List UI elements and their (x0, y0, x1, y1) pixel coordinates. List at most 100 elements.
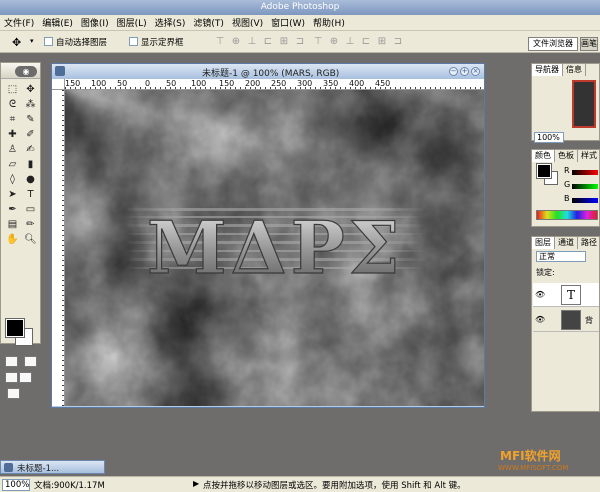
layer-row-background[interactable]: 👁︎ 背 (533, 308, 599, 332)
ruler-origin[interactable] (52, 79, 65, 90)
align-bottom-icon[interactable]: ⊥ (247, 36, 257, 47)
show-bounding-box-label: 显示定界框 (141, 38, 184, 48)
menu-image[interactable]: 图像(I) (81, 16, 109, 29)
blue-slider[interactable] (572, 198, 598, 203)
green-slider[interactable] (572, 184, 598, 189)
play-icon[interactable]: ▶ (193, 479, 199, 488)
history-brush-icon[interactable]: ✍ (22, 143, 39, 157)
blur-tool-icon[interactable]: ◊ (4, 173, 21, 187)
eyedropper-tool-icon[interactable]: ✏ (22, 218, 39, 232)
marquee-tool-icon[interactable]: ⬚ (4, 83, 21, 97)
move-tool-icon[interactable]: ✥ (22, 83, 39, 97)
lasso-tool-icon[interactable]: ᘓ (4, 98, 21, 112)
blend-mode-select[interactable]: 正常 (536, 251, 586, 262)
move-tool-preset-icon[interactable]: ✥ (12, 36, 21, 49)
layers-panel: 图层 通道 路径 正常 锁定: 👁︎ T 👁︎ 背 (531, 236, 600, 412)
path-select-icon[interactable]: ➤ (4, 188, 21, 202)
zoom-tool-icon[interactable]: 🔍︎ (22, 233, 39, 247)
document-size-info[interactable]: 文档:900K/1.17M (34, 479, 105, 491)
align-buttons: ⊤ ⊕ ⊥ ⊏ ⊞ ⊐ (215, 36, 305, 47)
menu-view[interactable]: 视图(V) (232, 16, 263, 29)
menu-select[interactable]: 选择(S) (155, 16, 186, 29)
maximize-icon[interactable]: + (460, 67, 469, 76)
tab-paths[interactable]: 路径 (578, 237, 600, 249)
align-left-icon[interactable]: ⊏ (263, 36, 273, 47)
brush-tool-icon[interactable]: ✐ (22, 128, 39, 142)
distribute-left-icon[interactable]: ⊏ (361, 36, 371, 47)
menu-file[interactable]: 文件(F) (4, 16, 34, 29)
horizontal-ruler[interactable]: 150 100 50 0 50 100 150 200 250 300 350 … (65, 79, 484, 90)
minimize-icon[interactable]: − (449, 67, 458, 76)
minimized-document-window[interactable]: 未标题-1... (0, 460, 105, 474)
screen-mode-menu-icon[interactable] (19, 372, 32, 383)
align-right-icon[interactable]: ⊐ (295, 36, 305, 47)
type-tool-icon[interactable]: T (22, 188, 39, 202)
tab-info[interactable]: 信息 (563, 64, 586, 76)
show-bounding-box-checkbox[interactable] (129, 37, 138, 46)
auto-select-layer-checkbox[interactable] (44, 37, 53, 46)
vertical-ruler[interactable] (52, 90, 65, 406)
notes-tool-icon[interactable]: ▤ (4, 218, 21, 232)
color-spectrum-bar[interactable] (536, 210, 598, 220)
image-canvas[interactable]: ΜΔΡΣ (65, 90, 484, 406)
chevron-down-icon[interactable]: ▾ (30, 37, 34, 45)
auto-select-layer-label: 自动选择图层 (56, 38, 108, 48)
document-title-bar[interactable]: 未标题-1 @ 100% (MARS, RGB) − + × (52, 64, 484, 79)
app-title: Adobe Photoshop (260, 2, 340, 12)
visibility-eye-icon[interactable]: 👁︎ (535, 290, 545, 300)
magic-wand-icon[interactable]: ⁂ (22, 98, 39, 112)
close-icon[interactable]: × (471, 67, 480, 76)
stamp-tool-icon[interactable]: ♙ (4, 143, 21, 157)
red-slider[interactable] (572, 170, 598, 175)
standard-mode-icon[interactable] (5, 356, 18, 367)
navigator-tabs: 导航器 信息 (532, 64, 586, 76)
menu-window[interactable]: 窗口(W) (271, 16, 305, 29)
distribute-bottom-icon[interactable]: ⊥ (345, 36, 355, 47)
distribute-hcenter-icon[interactable]: ⊞ (377, 36, 387, 47)
layer-row-text[interactable]: 👁︎ T (533, 283, 599, 307)
tab-layers[interactable]: 图层 (532, 237, 555, 249)
tab-file-browser[interactable]: 文件浏览器 (528, 37, 578, 51)
foreground-color-swatch[interactable] (536, 163, 552, 179)
align-vcenter-icon[interactable]: ⊕ (231, 36, 241, 47)
menu-help[interactable]: 帮助(H) (313, 16, 345, 29)
distribute-vcenter-icon[interactable]: ⊕ (329, 36, 339, 47)
tab-styles[interactable]: 样式 (578, 150, 600, 162)
quickmask-mode-icon[interactable] (24, 356, 37, 367)
tab-navigator[interactable]: 导航器 (532, 64, 563, 76)
align-hcenter-icon[interactable]: ⊞ (279, 36, 289, 47)
distribute-top-icon[interactable]: ⊤ (313, 36, 323, 47)
dodge-tool-icon[interactable]: ● (22, 173, 39, 187)
screen-mode-standard-icon[interactable] (5, 372, 18, 383)
mars-title-text: ΜΔΡΣ (147, 205, 404, 290)
tab-swatches[interactable]: 色板 (555, 150, 578, 162)
tab-color[interactable]: 颜色 (532, 150, 555, 162)
tab-channels[interactable]: 通道 (555, 237, 578, 249)
photoshop-eye-icon[interactable]: ◉ (15, 66, 37, 77)
align-top-icon[interactable]: ⊤ (215, 36, 225, 47)
document-icon (55, 66, 65, 76)
crop-tool-icon[interactable]: ⌗ (4, 113, 21, 127)
menu-layer[interactable]: 图层(L) (117, 16, 147, 29)
navigator-thumbnail[interactable] (572, 80, 596, 128)
shape-tool-icon[interactable]: ▭ (22, 203, 39, 217)
layer-name: 背 (585, 316, 593, 325)
lock-label: 锁定: (536, 268, 555, 277)
zoom-level-field[interactable]: 100% (2, 479, 30, 491)
site-watermark-url: WWW.MFISOFT.COM (498, 464, 569, 472)
visibility-eye-icon[interactable]: 👁︎ (535, 315, 545, 325)
menu-edit[interactable]: 编辑(E) (42, 16, 73, 29)
slider-label-g: G (564, 180, 571, 189)
navigator-zoom-field[interactable]: 100% (534, 132, 564, 143)
gradient-tool-icon[interactable]: ▮ (22, 158, 39, 172)
imageready-icon[interactable] (7, 388, 20, 399)
foreground-color-swatch[interactable] (5, 318, 25, 338)
pen-tool-icon[interactable]: ✒ (4, 203, 21, 217)
menu-filter[interactable]: 滤镜(T) (193, 16, 224, 29)
hand-tool-icon[interactable]: ✋ (4, 233, 21, 247)
distribute-right-icon[interactable]: ⊐ (393, 36, 403, 47)
tab-brushes[interactable]: 画笔 (580, 37, 598, 51)
eraser-tool-icon[interactable]: ▱ (4, 158, 21, 172)
slice-tool-icon[interactable]: ✎ (22, 113, 39, 127)
healing-brush-icon[interactable]: ✚ (4, 128, 21, 142)
